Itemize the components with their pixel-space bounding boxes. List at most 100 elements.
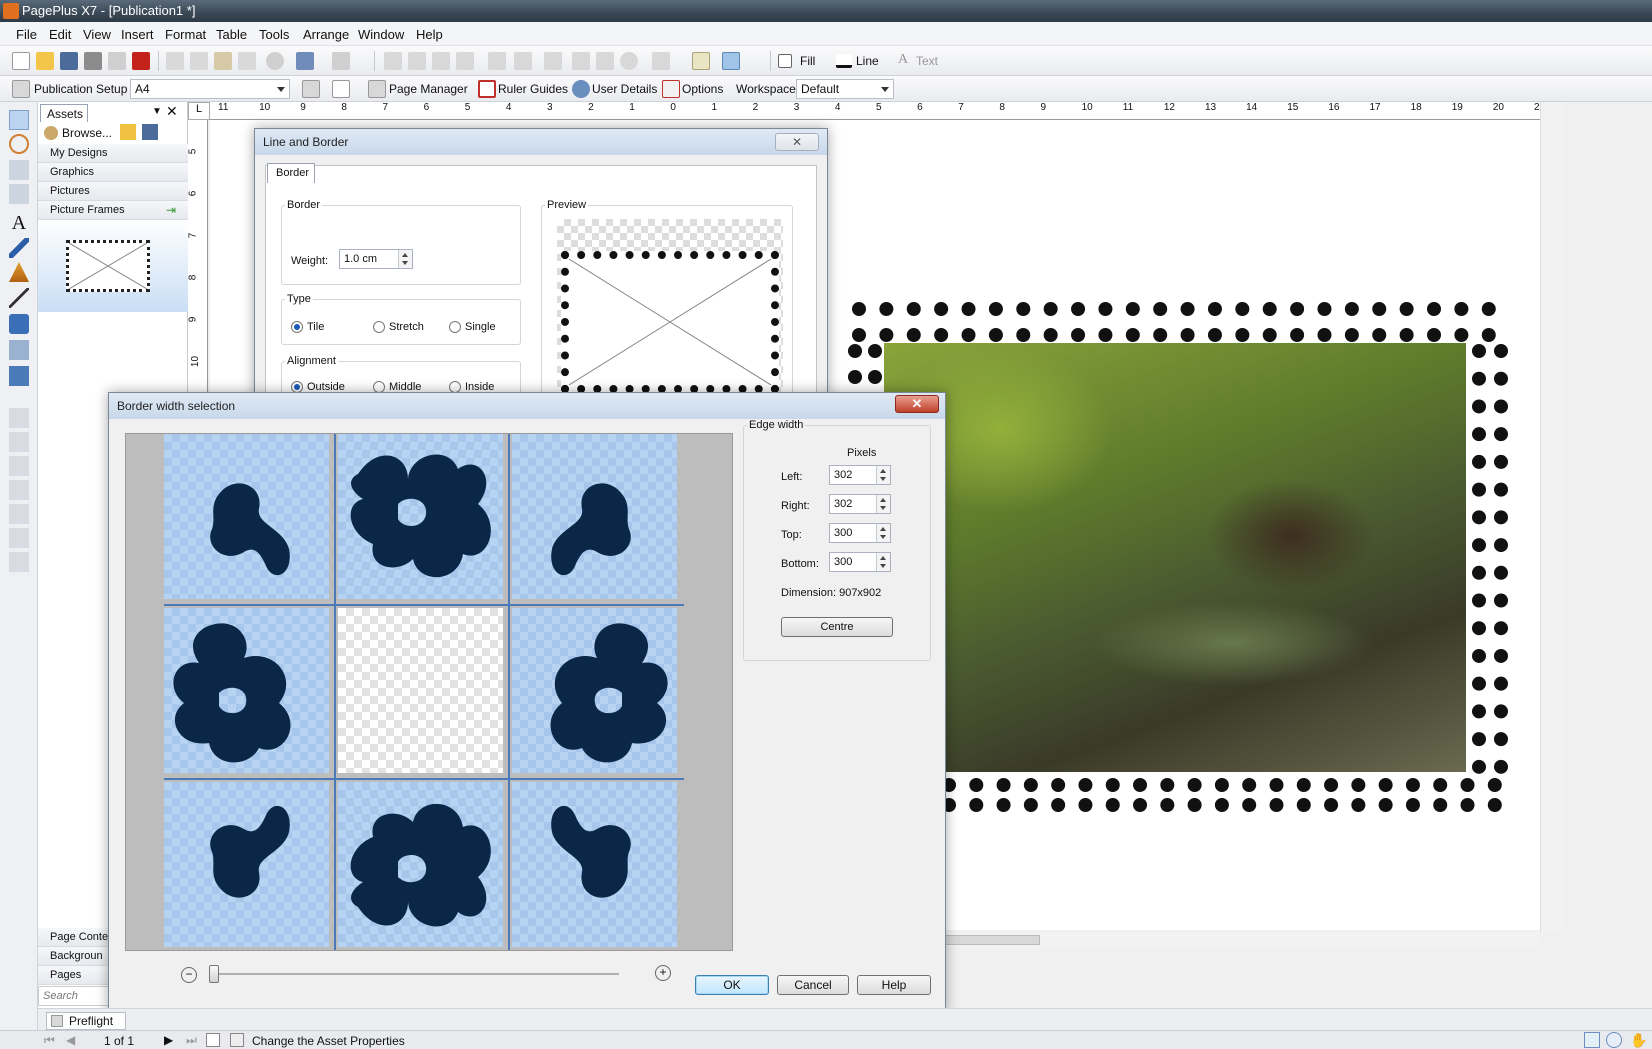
- first-page-icon[interactable]: ⏮: [44, 1033, 55, 1048]
- ruler-corner[interactable]: L: [188, 102, 210, 120]
- text-icon[interactable]: A: [898, 52, 908, 68]
- guide-right[interactable]: [508, 434, 510, 950]
- text-frame-tool-icon[interactable]: [9, 160, 29, 180]
- zoom-out-icon[interactable]: −: [181, 967, 197, 983]
- page-orientation-icon[interactable]: [302, 80, 320, 98]
- menu-format[interactable]: Format: [165, 27, 206, 42]
- zoom-slider-thumb[interactable]: [209, 965, 219, 983]
- page-manager-label[interactable]: Page Manager: [389, 82, 468, 96]
- undo-icon[interactable]: [296, 52, 314, 70]
- text-label[interactable]: Text: [916, 54, 938, 68]
- menu-help[interactable]: Help: [416, 27, 443, 42]
- publication-setup-icon[interactable]: [12, 80, 30, 98]
- flip-icon[interactable]: [514, 52, 532, 70]
- envelope-tool-icon[interactable]: [9, 528, 29, 548]
- bring-to-front-icon[interactable]: [384, 52, 402, 70]
- ruler-guides-label[interactable]: Ruler Guides: [498, 82, 568, 96]
- zoom-slider[interactable]: [209, 965, 619, 985]
- layers-icon[interactable]: [652, 52, 670, 70]
- left-spinner[interactable]: 302: [829, 465, 891, 485]
- print-icon[interactable]: [84, 52, 102, 70]
- fill-label[interactable]: Fill: [800, 54, 815, 68]
- shape-tool-icon[interactable]: [9, 314, 29, 334]
- pan-hand-icon[interactable]: ✋: [1630, 1032, 1647, 1049]
- wrap-icon[interactable]: [620, 52, 638, 70]
- paste-icon[interactable]: [214, 52, 232, 70]
- panel-menu-icon[interactable]: ▼: [152, 106, 162, 117]
- transparency-icon[interactable]: [722, 52, 740, 70]
- type-stretch-radio[interactable]: [373, 321, 385, 333]
- lasso-tool-icon[interactable]: [9, 134, 29, 154]
- pencil-tool-icon[interactable]: [9, 238, 29, 258]
- tile-top-right[interactable]: [512, 434, 677, 599]
- top-spinner[interactable]: 300: [829, 523, 891, 543]
- asset-category-graphics[interactable]: Graphics: [38, 163, 188, 182]
- zoom-tool-icon[interactable]: [1606, 1032, 1622, 1048]
- type-tile-radio[interactable]: [291, 321, 303, 333]
- menu-edit[interactable]: Edit: [49, 27, 71, 42]
- print-preview-icon[interactable]: [108, 52, 126, 70]
- menu-arrange[interactable]: Arrange: [303, 27, 349, 42]
- menu-file[interactable]: File: [16, 27, 37, 42]
- tile-top-edge[interactable]: [338, 434, 503, 599]
- line-icon[interactable]: [836, 54, 852, 68]
- tile-bottom-right[interactable]: [512, 782, 677, 947]
- tile-bottom-edge[interactable]: [338, 782, 503, 947]
- last-page-icon[interactable]: ⏭: [186, 1033, 197, 1048]
- ruler-guides-icon[interactable]: [478, 80, 496, 98]
- publication-setup-label[interactable]: Publication Setup: [34, 82, 127, 96]
- tile-center[interactable]: [338, 608, 503, 773]
- redo-icon[interactable]: [332, 52, 350, 70]
- tile-bottom-left[interactable]: [164, 782, 329, 947]
- border-width-close-icon[interactable]: ✕: [895, 395, 939, 413]
- menu-view[interactable]: View: [83, 27, 111, 42]
- vertical-scrollbar[interactable]: [1540, 102, 1562, 932]
- type-single-radio[interactable]: [449, 321, 461, 333]
- tile-right-edge[interactable]: [512, 608, 677, 773]
- line-label[interactable]: Line: [856, 54, 879, 68]
- user-details-icon[interactable]: [572, 80, 590, 98]
- horizontal-scrollbar[interactable]: [900, 932, 1540, 948]
- crop-tool-icon[interactable]: [9, 408, 29, 428]
- artistic-text-tool-icon[interactable]: A: [9, 212, 29, 234]
- asset-category-my-designs[interactable]: My Designs: [38, 144, 188, 163]
- page-size-select[interactable]: A4: [130, 79, 290, 99]
- open-icon[interactable]: [36, 52, 54, 70]
- zoom-fit-icon[interactable]: [1584, 1032, 1600, 1048]
- pdf-icon[interactable]: [132, 52, 150, 70]
- assets-tab[interactable]: Assets: [40, 104, 88, 122]
- tile-top-left[interactable]: [164, 434, 329, 599]
- next-page-icon[interactable]: ▶: [164, 1033, 173, 1047]
- menu-insert[interactable]: Insert: [121, 27, 154, 42]
- frame-icon[interactable]: [692, 52, 710, 70]
- page-manager-icon[interactable]: [368, 80, 386, 98]
- shadow-tool-icon[interactable]: [9, 504, 29, 524]
- workspace-select[interactable]: Default: [796, 79, 894, 99]
- open-folder-icon[interactable]: [120, 124, 136, 140]
- ok-button[interactable]: OK: [695, 975, 769, 995]
- connector-tool-icon[interactable]: [9, 340, 29, 360]
- picture-tool-icon[interactable]: [9, 366, 29, 386]
- group-icon[interactable]: [572, 52, 590, 70]
- guide-left[interactable]: [334, 434, 336, 950]
- forward-one-icon[interactable]: [432, 52, 450, 70]
- menu-tools[interactable]: Tools: [259, 27, 289, 42]
- right-spinner[interactable]: 302: [829, 494, 891, 514]
- save-icon[interactable]: [60, 52, 78, 70]
- preflight-tab[interactable]: Preflight: [46, 1012, 126, 1030]
- guide-top[interactable]: [164, 604, 684, 606]
- fill-icon[interactable]: [778, 54, 792, 68]
- rotate-icon[interactable]: [488, 52, 506, 70]
- frame-thumbnail[interactable]: [66, 240, 150, 292]
- weight-spinner[interactable]: 1.0 cm: [339, 249, 413, 269]
- tile-preview-area[interactable]: [125, 433, 733, 951]
- save-asset-icon[interactable]: [142, 124, 158, 140]
- new-icon[interactable]: [12, 52, 30, 70]
- ant-photo[interactable]: [884, 343, 1466, 772]
- line-border-close-icon[interactable]: ✕: [775, 133, 819, 151]
- line-tool-icon[interactable]: [9, 288, 29, 308]
- panel-close-icon[interactable]: ✕: [166, 103, 178, 120]
- crop-icon[interactable]: [596, 52, 614, 70]
- bottom-spinner[interactable]: 300: [829, 552, 891, 572]
- copy-icon[interactable]: [190, 52, 208, 70]
